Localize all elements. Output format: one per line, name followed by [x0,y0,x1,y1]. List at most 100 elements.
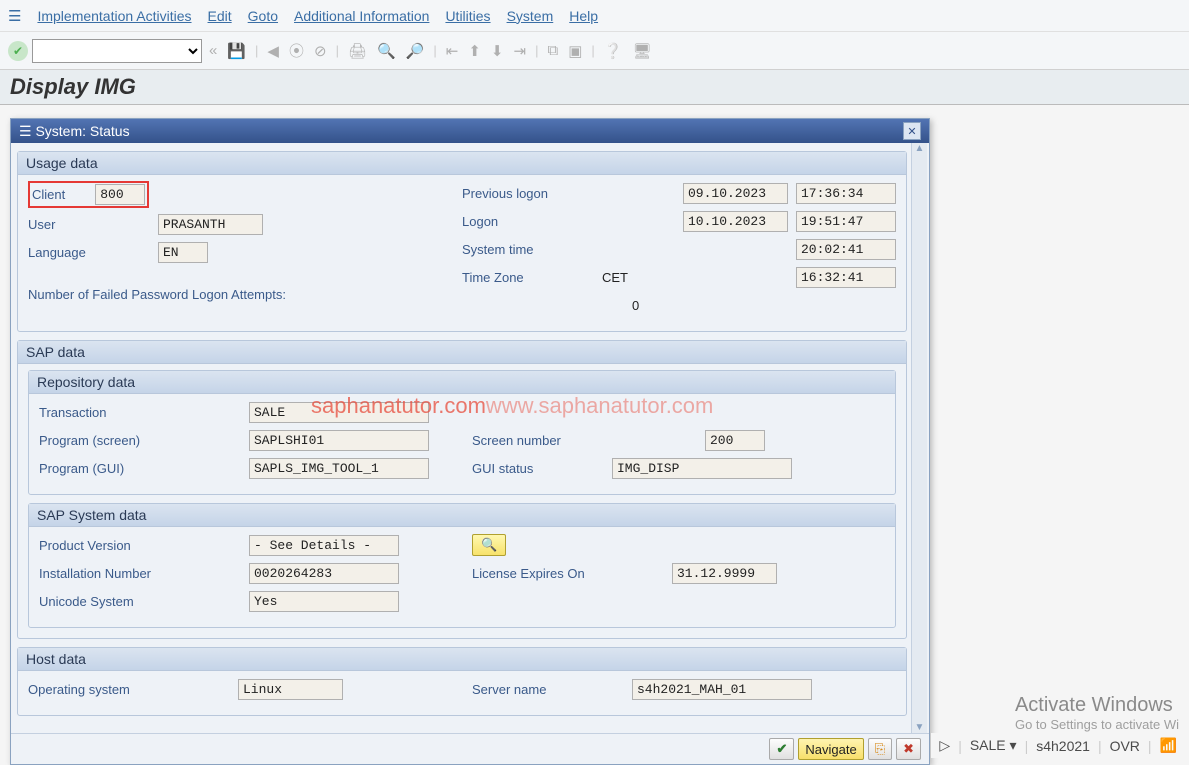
status-mode: OVR [1110,738,1140,754]
menu-system[interactable]: System [507,8,554,24]
logon-time [796,211,896,232]
sap-system-data-header: SAP System data [29,504,895,527]
details-button[interactable]: 🔍 [472,534,506,556]
prev-logon-time [796,183,896,204]
client-highlight: Client [28,181,149,208]
system-status-dialog: ☰ System: Status ✕ ▲ ▼ Usage data Client [10,118,930,765]
user-label: User [28,217,158,232]
exit-icon: ⦿ [286,40,307,61]
last-page-icon: ⇥ [511,42,530,60]
activate-windows-watermark: Activate Windows Go to Settings to activ… [1015,694,1179,732]
menu-goto[interactable]: Goto [248,8,278,24]
close-icon[interactable]: ✕ [903,122,921,140]
prev-page-icon: ⬆ [465,42,484,60]
timezone-label: Time Zone [462,270,602,285]
print-icon: 🖨 [345,42,370,60]
system-time-label: System time [462,242,602,257]
unicode-label: Unicode System [39,594,249,609]
language-label: Language [28,245,158,260]
product-version-label: Product Version [39,538,249,553]
scrollbar[interactable]: ▲ ▼ [911,143,927,733]
scroll-down-icon[interactable]: ▼ [915,722,925,733]
cancel-icon: ⊘ [311,42,330,60]
client-value [95,184,145,205]
program-gui-label: Program (GUI) [39,461,249,476]
sap-system-data-group: SAP System data Product Version Installa… [28,503,896,628]
next-page-icon: ⬇ [488,42,507,60]
timezone-time [796,267,896,288]
menu-implementation-activities[interactable]: Implementation Activities [37,8,191,24]
back-nav-icon: ◀ [264,42,282,60]
host-data-header: Host data [18,648,906,671]
new-session-icon: ⧉ [544,42,561,59]
transaction-label: Transaction [39,405,249,420]
other-button[interactable]: ⎘ [868,738,892,760]
navigate-button[interactable]: Navigate [798,738,863,760]
language-value [158,242,208,263]
main-menu: ☰ Implementation Activities Edit Goto Ad… [0,0,1189,32]
usage-data-group: Usage data Client User Language [17,151,907,332]
user-value [158,214,263,235]
status-tcode[interactable]: SALE ▾ [970,737,1017,754]
transaction-value [249,402,429,423]
gui-status-label: GUI status [472,461,612,476]
dialog-footer: ✔ Navigate ⎘ ✖ [11,733,929,764]
goto-icon: ⎘ [875,741,885,757]
dialog-title-text: System: Status [35,123,129,139]
scroll-up-icon[interactable]: ▲ [915,143,925,154]
client-label: Client [32,187,65,202]
status-system: s4h2021 [1036,738,1090,754]
repository-data-group: Repository data Transaction Program (scr… [28,370,896,495]
gui-status-value [612,458,792,479]
cancel-x-icon: ✖ [903,741,914,757]
timezone-value: CET [602,270,652,285]
menu-additional-information[interactable]: Additional Information [294,8,429,24]
layout-icon: 🖥 [629,42,654,60]
menu-edit[interactable]: Edit [208,8,232,24]
help-icon: ❔ [601,42,626,60]
dialog-icon: ☰ [19,123,35,139]
program-screen-label: Program (screen) [39,433,249,448]
license-label: License Expires On [472,566,672,581]
dialog-titlebar: ☰ System: Status ✕ [11,119,929,143]
menu-help[interactable]: Help [569,8,598,24]
failed-attempts-value: 0 [632,298,639,313]
find-next-icon: 🔎 [403,42,428,60]
menu-utilities[interactable]: Utilities [445,8,490,24]
cancel-button[interactable]: ✖ [896,738,921,760]
sap-data-header: SAP data [18,341,906,364]
logon-date [683,211,788,232]
sap-menu-icon[interactable]: ☰ [8,7,21,25]
command-field[interactable] [32,39,202,63]
prev-logon-date [683,183,788,204]
license-value [672,563,777,584]
prev-logon-label: Previous logon [462,186,602,201]
os-label: Operating system [28,682,238,697]
back-icon: « [206,42,220,59]
server-name-value [632,679,812,700]
usage-data-header: Usage data [18,152,906,175]
find-icon: 🔍 [374,42,399,60]
first-page-icon: ⇤ [443,42,462,60]
program-gui-value [249,458,429,479]
dialog-body: ▲ ▼ Usage data Client User [11,143,929,733]
repository-data-header: Repository data [29,371,895,394]
installation-number-label: Installation Number [39,566,249,581]
installation-number-value [249,563,399,584]
program-screen-value [249,430,429,451]
page-title: Display IMG [0,70,1189,105]
confirm-button[interactable]: ✔ [769,738,794,760]
status-expand-icon[interactable]: ▷ [939,737,950,754]
enter-icon[interactable]: ✔ [8,41,28,61]
os-value [238,679,343,700]
unicode-value [249,591,399,612]
product-version-value [249,535,399,556]
status-bar: ▷ | SALE ▾ | s4h2021 | OVR | 📶 [931,733,1185,758]
logon-label: Logon [462,214,602,229]
shortcut-icon: ▣ [565,42,585,60]
host-data-group: Host data Operating system Server name [17,647,907,716]
magnifier-icon: 🔍 [481,537,497,553]
screen-number-value [705,430,765,451]
check-icon: ✔ [776,741,787,757]
sap-data-group: SAP data Repository data Transaction Pro… [17,340,907,639]
